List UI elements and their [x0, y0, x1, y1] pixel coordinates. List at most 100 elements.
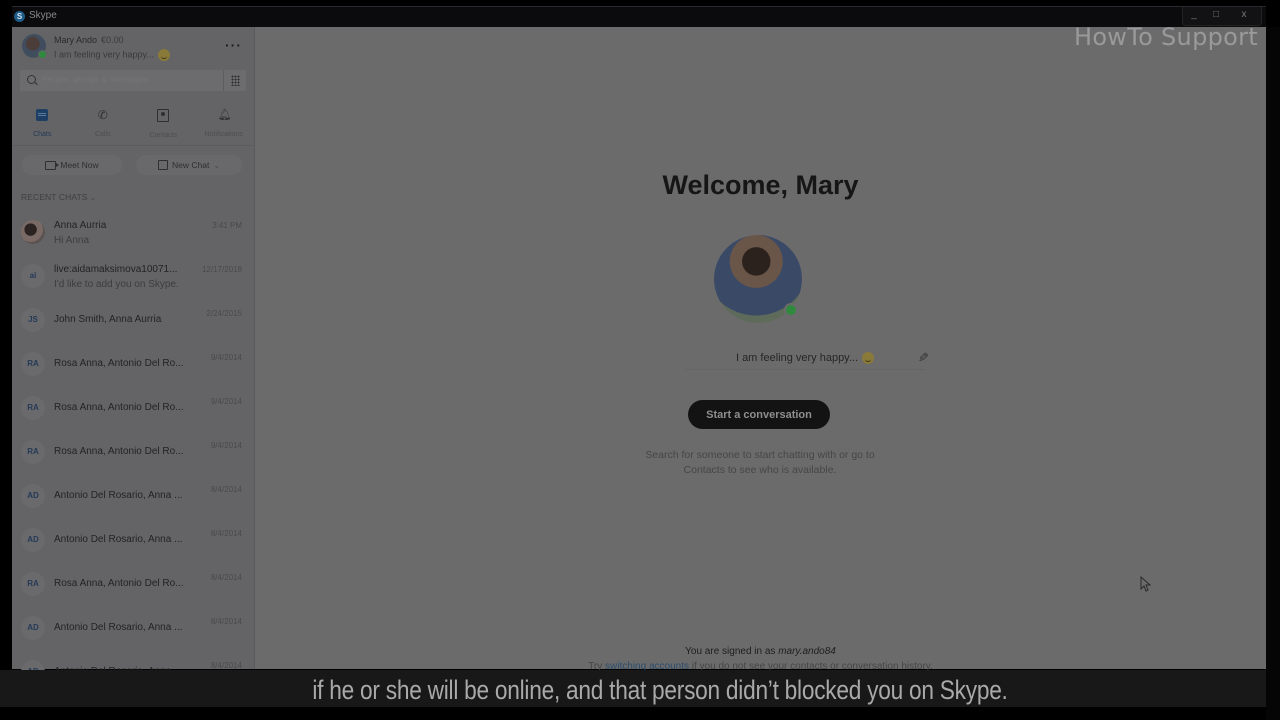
chat-list-item[interactable]: RA Rosa Anna, Antonio Del Ro... 9/4/2014 [12, 431, 254, 475]
compose-icon [157, 160, 168, 170]
chat-list-item[interactable]: RA Rosa Anna, Antonio Del Ro... 9/4/2014 [12, 387, 254, 431]
chat-list-item[interactable]: JS John Smith, Anna Aurria 2/24/2015 [12, 299, 254, 343]
mood-message: I am feeling very happy... [735, 352, 859, 364]
tab-chats[interactable]: Chats [12, 103, 73, 139]
recent-chats-label: RECENT CHATS [21, 192, 88, 202]
chat-timestamp: 2/24/2015 [206, 309, 242, 318]
profile-name: Mary Ando [54, 35, 98, 45]
divider [12, 145, 254, 146]
chat-timestamp: 8/4/2014 [210, 661, 242, 670]
search-icon [27, 75, 36, 84]
profile-header[interactable]: Mary Ando €0.00 I am feeling very happy..… [12, 27, 254, 67]
chat-timestamp: 12/17/2018 [201, 265, 242, 274]
tab-notifications[interactable]: 🔔︎ Notifications [194, 103, 255, 139]
chat-avatar: AD [21, 616, 45, 640]
window-shadow [1266, 27, 1280, 720]
profile-mood: I am feeling very happy... [54, 49, 154, 60]
mood-message-field[interactable]: I am feeling very happy... ✎ [685, 349, 929, 370]
sidebar: Mary Ando €0.00 I am feeling very happy..… [12, 27, 255, 684]
skype-app: Mary Ando €0.00 I am feeling very happy..… [12, 27, 1266, 684]
signed-in-username: mary.ando84 [778, 646, 836, 657]
chat-name: Antonio Del Rosario, Anna ... [54, 534, 183, 545]
watermark-text: HowTo Support [1073, 23, 1258, 51]
skype-logo-icon: S [14, 11, 25, 22]
bell-icon: 🔔︎ [217, 109, 232, 121]
profile-picture[interactable] [714, 235, 802, 323]
tab-calls[interactable]: ✆ Calls [73, 103, 134, 139]
chat-name: live:aidamaksimova10071... [54, 264, 178, 275]
chat-list-item[interactable]: RA Rosa Anna, Antonio Del Ro... 8/4/2014 [12, 563, 254, 607]
hint-line-1: Search for someone to start chatting wit… [645, 449, 875, 461]
chat-timestamp: 9/4/2014 [210, 441, 242, 450]
chat-timestamp: 8/4/2014 [210, 529, 242, 538]
welcome-title: Welcome, Mary [662, 170, 859, 200]
tab-label: Contacts [149, 132, 178, 139]
tab-contacts[interactable]: Contacts [133, 103, 194, 139]
chat-name: Rosa Anna, Antonio Del Ro... [54, 446, 184, 457]
skype-credit[interactable]: €0.00 [101, 35, 124, 45]
chat-avatar: RA [21, 440, 45, 464]
chat-timestamp: 9/4/2014 [210, 397, 242, 406]
chat-timestamp: 9/4/2014 [210, 353, 242, 362]
smiley-emoji-icon [862, 352, 875, 365]
contacts-icon [157, 109, 170, 122]
nav-tabs: Chats ✆ Calls Contacts 🔔︎ Notifications [12, 103, 254, 139]
online-status-icon [38, 50, 47, 59]
phone-icon: ✆ [97, 108, 108, 122]
hint-line-2: Contacts to see who is available. [683, 464, 837, 476]
my-avatar[interactable] [22, 34, 47, 59]
pencil-edit-icon[interactable]: ✎ [918, 350, 929, 366]
chat-preview: Hi Anna [54, 235, 90, 246]
chat-avatar: RA [21, 352, 45, 376]
chat-list-item[interactable]: AD Antonio Del Rosario, Anna ... 8/4/2014 [12, 519, 254, 563]
new-chat-label: New Chat [171, 160, 210, 170]
start-conversation-button[interactable]: Start a conversation [688, 400, 830, 429]
chat-name: Rosa Anna, Antonio Del Ro... [54, 402, 184, 413]
window-title: Skype [29, 10, 57, 21]
tab-label: Chats [33, 131, 52, 138]
chat-timestamp: 8/4/2014 [210, 485, 242, 494]
search-box[interactable] [20, 70, 246, 91]
chat-name: Anna Aurria [54, 220, 107, 231]
chevron-down-icon[interactable]: ⌄ [213, 161, 220, 170]
chat-avatar [21, 220, 45, 244]
signed-in-prefix: You are signed in as [685, 646, 779, 657]
smiley-emoji-icon [157, 49, 170, 61]
chat-list-item[interactable]: ai live:aidamaksimova10071... I'd like to … [12, 255, 254, 299]
chat-name: Rosa Anna, Antonio Del Ro... [54, 358, 184, 369]
chat-list-item[interactable]: AD Antonio Del Rosario, Anna ... 8/4/2014 [12, 475, 254, 519]
chat-timestamp: 8/4/2014 [210, 617, 242, 626]
recent-chats-header[interactable]: RECENT CHATS ⌄ [21, 192, 96, 202]
hint-text: Search for someone to start chatting wit… [610, 448, 910, 478]
meet-now-label: Meet Now [60, 160, 99, 170]
chat-list: Anna Aurria Hi Anna 3:41 PM ai live:aidamaks… [12, 211, 254, 695]
chat-preview: I'd like to add you on Skype. [54, 279, 179, 290]
online-status-icon [784, 303, 798, 317]
chat-timestamp: 8/4/2014 [210, 573, 242, 582]
video-camera-icon [45, 160, 60, 170]
chat-list-item[interactable]: AD Antonio Del Rosario, Anna ... 8/4/2014 [12, 607, 254, 651]
chat-name: Antonio Del Rosario, Anna ... [54, 622, 183, 633]
tab-label: Notifications [204, 131, 243, 138]
new-chat-button[interactable]: New Chat ⌄ [136, 155, 242, 175]
chat-name: Antonio Del Rosario, Anna ... [54, 490, 183, 501]
chat-avatar: RA [21, 572, 45, 596]
chat-avatar: JS [21, 308, 45, 332]
chat-name: Rosa Anna, Antonio Del Ro... [54, 578, 184, 589]
main-panel: Welcome, Mary I am feeling very happy...… [255, 27, 1266, 672]
chat-list-item[interactable]: Anna Aurria Hi Anna 3:41 PM [12, 211, 254, 255]
search-input[interactable] [42, 74, 212, 84]
chat-name: John Smith, Anna Aurria [54, 314, 162, 325]
meet-now-button[interactable]: Meet Now [22, 155, 122, 175]
chat-avatar: ai [21, 264, 45, 288]
dialpad-icon [231, 75, 240, 86]
chat-avatar: AD [21, 484, 45, 508]
chat-list-item[interactable]: RA Rosa Anna, Antonio Del Ro... 9/4/2014 [12, 343, 254, 387]
signed-in-text: You are signed in as mary.ando84 [255, 646, 1266, 657]
chat-avatar: RA [21, 396, 45, 420]
chat-icon [36, 109, 49, 121]
tab-label: Calls [94, 131, 111, 138]
dialpad-button[interactable] [223, 70, 246, 91]
video-caption: if he or she will be online, and that pe… [312, 675, 1008, 705]
more-options-button[interactable]: ··· [225, 37, 242, 53]
